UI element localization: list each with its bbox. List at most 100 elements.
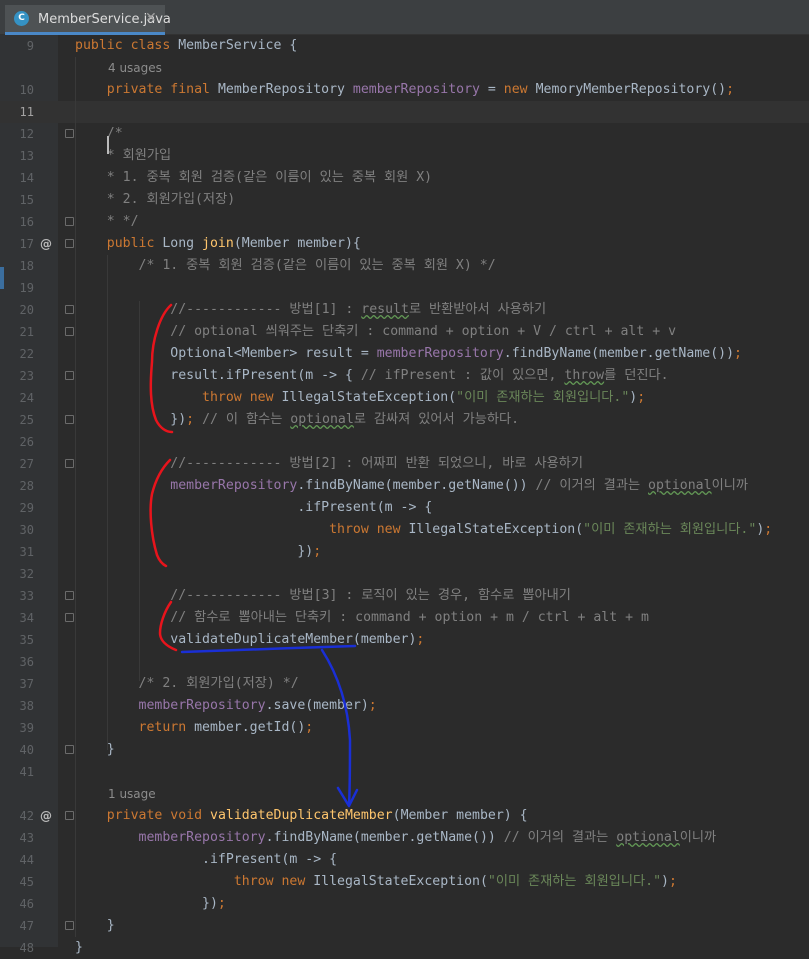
code-token: memberRepository [170, 478, 298, 493]
code-text: validateDuplicateMember(member); [75, 629, 424, 651]
override-marker-icon[interactable]: @ [40, 805, 52, 827]
code-line[interactable]: 18 /* 1. 중복 회원 검증(같은 이름이 있는 중복 회원 X) */ [0, 255, 809, 277]
code-token: // 이 함수는 [202, 412, 291, 427]
code-text: // optional 씌워주는 단축키 : command + option … [75, 321, 676, 343]
code-token: optional [290, 412, 354, 427]
code-token: /* 2. 회원가입(저장) */ [138, 676, 299, 691]
code-line[interactable]: 11 [0, 101, 809, 123]
code-line[interactable]: 23 result.ifPresent(m -> { // ifPresent … [0, 365, 809, 387]
code-text: }); [75, 541, 321, 563]
tab-memberservice[interactable]: C MemberService.java ✕ [5, 5, 171, 35]
code-line[interactable]: 26 [0, 431, 809, 453]
code-line[interactable]: 27 //------------ 방법[2] : 어짜피 반환 되었으니, 바… [0, 453, 809, 475]
code-line[interactable]: 9 public class MemberService { [0, 35, 809, 57]
code-token: memberRepository [138, 698, 266, 713]
code-line[interactable]: 45 throw new IllegalStateException("이미 존… [0, 871, 809, 893]
line-number: 25 [19, 413, 34, 427]
code-line[interactable]: 33 //------------ 방법[3] : 로직이 있는 경우, 함수로… [0, 585, 809, 607]
fold-toggle-icon[interactable] [65, 305, 74, 314]
code-line[interactable]: 42 @ private void validateDuplicateMember… [0, 805, 809, 827]
line-number: 42 [19, 809, 34, 823]
code-token: MemoryMemberRepository() [535, 82, 727, 97]
code-token: memberRepository [138, 830, 266, 845]
fold-toggle-icon[interactable] [65, 459, 74, 468]
code-line[interactable]: 41 [0, 761, 809, 783]
code-line[interactable]: 15 * 2. 회원가입(저장) [0, 189, 809, 211]
line-number: 33 [19, 589, 34, 603]
fold-toggle-icon[interactable] [65, 613, 74, 622]
code-text: }); [75, 893, 226, 915]
code-line[interactable]: 30 throw new IllegalStateException("이미 존… [0, 519, 809, 541]
code-line[interactable]: 31 }); [0, 541, 809, 563]
code-text: } [75, 915, 115, 937]
code-text: result.ifPresent(m -> { // ifPresent : 값… [75, 365, 668, 387]
code-line[interactable]: 13 * 회원가입 [0, 145, 809, 167]
code-token: }) [106, 412, 187, 427]
code-text: throw new IllegalStateException("이미 존재하는… [75, 387, 645, 409]
code-token: // 함수로 뽑아내는 단축키 : command + option + m /… [170, 610, 649, 625]
java-class-icon: C [14, 11, 29, 26]
code-token: //------------ 방법[2] : 어짜피 반환 되었으니, 바로 사… [170, 456, 583, 471]
code-token: MemberRepository [217, 82, 353, 97]
usages-hint[interactable]: 1 usage [108, 783, 156, 805]
code-line[interactable]: 37 /* 2. 회원가입(저장) */ [0, 673, 809, 695]
line-number: 37 [19, 677, 34, 691]
code-line[interactable]: 43 memberRepository.findByName(member.ge… [0, 827, 809, 849]
code-editor[interactable]: 9 public class MemberService {4 usages 10 … [0, 35, 809, 955]
code-token: memberRepository [376, 346, 504, 361]
code-line[interactable]: 35 validateDuplicateMember(member); [0, 629, 809, 651]
code-line[interactable]: 16 * */ [0, 211, 809, 233]
fold-toggle-icon[interactable] [65, 591, 74, 600]
fold-toggle-icon[interactable] [65, 921, 74, 930]
line-number: 14 [19, 171, 34, 185]
code-token: ; [726, 82, 735, 97]
fold-toggle-icon[interactable] [65, 239, 74, 248]
line-number: 13 [19, 149, 34, 163]
fold-toggle-icon[interactable] [65, 217, 74, 226]
code-line[interactable]: 38 memberRepository.save(member); [0, 695, 809, 717]
fold-toggle-icon[interactable] [65, 371, 74, 380]
code-line[interactable]: 39 return member.getId(); [0, 717, 809, 739]
usage-hint-row[interactable]: 1 usage [0, 783, 809, 805]
fold-toggle-icon[interactable] [65, 129, 74, 138]
code-line[interactable]: 25 }); // 이 함수는 optional로 감싸져 있어서 가능하다. [0, 409, 809, 431]
code-line[interactable]: 48} [0, 937, 809, 959]
code-line[interactable]: 14 * 1. 중복 회원 검증(같은 이름이 있는 중복 회원 X) [0, 167, 809, 189]
fold-toggle-icon[interactable] [65, 327, 74, 336]
usage-hint-row[interactable]: 4 usages [0, 57, 809, 79]
fold-toggle-icon[interactable] [65, 745, 74, 754]
code-line[interactable]: 46 }); [0, 893, 809, 915]
code-line[interactable]: 24 throw new IllegalStateException("이미 존… [0, 387, 809, 409]
line-number: 35 [19, 633, 34, 647]
code-line[interactable]: 32 [0, 563, 809, 585]
code-line[interactable]: 47 } [0, 915, 809, 937]
code-token: } [106, 918, 115, 933]
code-line[interactable]: 28 memberRepository.findByName(member.ge… [0, 475, 809, 497]
fold-toggle-icon[interactable] [65, 415, 74, 424]
code-token: (Member member) { [392, 808, 528, 823]
code-token: // ifPresent : 값이 있으면, [360, 368, 565, 383]
code-text: .ifPresent(m -> { [75, 849, 337, 871]
code-line[interactable]: 19 [0, 277, 809, 299]
code-line[interactable]: 36 [0, 651, 809, 673]
code-line[interactable]: 12 /* [0, 123, 809, 145]
usages-hint[interactable]: 4 usages [108, 57, 162, 79]
code-line[interactable]: 20 //------------ 방법[1] : result로 반환받아서 … [0, 299, 809, 321]
code-line[interactable]: 44 .ifPresent(m -> { [0, 849, 809, 871]
code-line[interactable]: 10 private final MemberRepository member… [0, 79, 809, 101]
code-line[interactable]: 22 Optional<Member> result = memberRepos… [0, 343, 809, 365]
code-line[interactable]: 21 // optional 씌워주는 단축키 : command + opti… [0, 321, 809, 343]
code-line[interactable]: 34 // 함수로 뽑아내는 단축키 : command + option + … [0, 607, 809, 629]
code-line[interactable]: 29 .ifPresent(m -> { [0, 497, 809, 519]
code-token: final [170, 82, 218, 97]
code-line[interactable]: 17 @ public Long join(Member member){ [0, 233, 809, 255]
code-text: * 2. 회원가입(저장) [75, 189, 235, 211]
line-number: 21 [19, 325, 34, 339]
close-icon[interactable]: ✕ [145, 10, 157, 26]
fold-toggle-icon[interactable] [65, 811, 74, 820]
line-number: 27 [19, 457, 34, 471]
code-line[interactable]: 40 } [0, 739, 809, 761]
override-marker-icon[interactable]: @ [40, 233, 52, 255]
